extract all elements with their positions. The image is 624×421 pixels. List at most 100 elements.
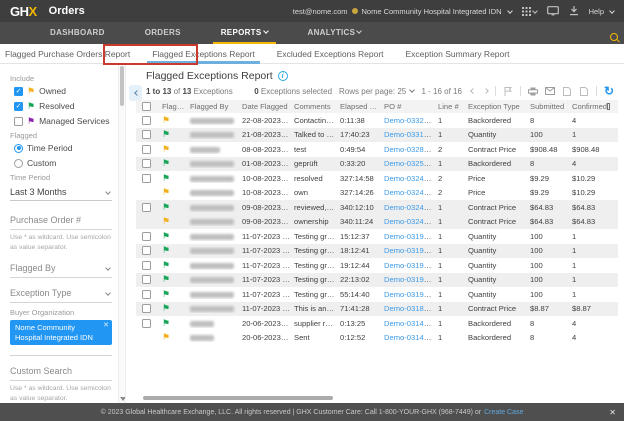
table-row[interactable]: ⚑20-06-2023 01:17...Sent0:12:52Demo-0314…: [136, 331, 618, 346]
create-case-link[interactable]: Create Case: [484, 409, 523, 416]
download-button[interactable]: [569, 6, 579, 16]
col-flagged-by[interactable]: Flagged By: [188, 102, 240, 111]
po-link[interactable]: Demo-0324154: [384, 203, 436, 212]
po-link[interactable]: Demo-0319620: [384, 261, 436, 270]
checkbox-managed-services[interactable]: ⚑ Managed Services: [14, 116, 112, 126]
exception-type-section[interactable]: Exception Type: [10, 282, 112, 303]
horizontal-scrollbar[interactable]: [143, 396, 333, 400]
custom-radio[interactable]: [14, 159, 23, 168]
green-flag-icon[interactable]: ⚑: [162, 174, 170, 183]
green-flag-icon[interactable]: ⚑: [162, 319, 170, 328]
radio-custom[interactable]: Custom: [14, 158, 112, 168]
row-checkbox[interactable]: [142, 116, 151, 125]
export-excel-button[interactable]: [579, 86, 589, 96]
po-link[interactable]: Demo-0324653: [384, 188, 436, 197]
po-link[interactable]: Demo-0324653: [384, 174, 436, 183]
sidebar-scrollbar[interactable]: [118, 64, 125, 403]
col-elapsed-time[interactable]: Elapsed Time: [338, 102, 382, 111]
table-row[interactable]: ⚑11-07-2023 11:35...Testing green/r...15…: [136, 229, 618, 244]
nav-analytics[interactable]: ANALYTICS: [288, 22, 382, 44]
flagged-by-section[interactable]: Flagged By: [10, 257, 112, 278]
po-link[interactable]: Demo-0314031: [384, 333, 436, 342]
time-period-radio[interactable]: [14, 144, 23, 153]
yellow-flag-icon[interactable]: ⚑: [162, 333, 170, 342]
table-row[interactable]: ⚑11-07-2023 12:01...This is an order...7…: [136, 302, 618, 317]
close-icon[interactable]: ✕: [103, 322, 109, 331]
green-flag-icon[interactable]: ⚑: [162, 130, 170, 139]
resolved-checkbox[interactable]: [14, 102, 23, 111]
table-row[interactable]: ⚑22-08-2023 09:29...Contacting No...0:11…: [136, 113, 618, 128]
custom-search-input[interactable]: Custom Search: [10, 360, 112, 381]
row-checkbox[interactable]: [142, 203, 151, 212]
col-po[interactable]: PO #: [382, 102, 436, 111]
checkbox-resolved[interactable]: ⚑ Resolved: [14, 101, 112, 111]
green-flag-icon[interactable]: ⚑: [162, 290, 170, 299]
po-link[interactable]: Demo-0314031: [384, 319, 436, 328]
monitor-button[interactable]: [547, 6, 559, 16]
table-row[interactable]: ⚑08-08-2023 03:35...test0:49:54Demo-0328…: [136, 142, 618, 157]
green-flag-icon[interactable]: ⚑: [162, 232, 170, 241]
row-checkbox[interactable]: [142, 232, 151, 241]
row-checkbox[interactable]: [142, 246, 151, 255]
rows-per-page[interactable]: Rows per page: 25: [339, 87, 414, 96]
tab-flagged-purchase-orders-report[interactable]: Flagged Purchase Orders Report: [0, 44, 141, 64]
col-line[interactable]: Line #: [436, 102, 466, 111]
user-menu[interactable]: test@nome.com Nome Community Hospital In…: [293, 7, 512, 16]
po-link[interactable]: Demo-0331590: [384, 130, 436, 139]
po-link[interactable]: Demo-0325839: [384, 159, 436, 168]
table-row[interactable]: ⚑11-07-2023 11:35...Testing green/r...55…: [136, 287, 618, 302]
tab-flagged-exceptions-report[interactable]: Flagged Exceptions Report: [141, 44, 266, 64]
collapse-sidebar-button[interactable]: [129, 85, 142, 101]
refresh-icon[interactable]: ↻: [604, 86, 614, 96]
green-flag-icon[interactable]: ⚑: [162, 304, 170, 313]
row-checkbox[interactable]: [142, 261, 151, 270]
po-link[interactable]: Demo-0324154: [384, 217, 436, 226]
info-icon[interactable]: i: [278, 71, 288, 81]
table-row[interactable]: ⚑11-07-2023 11:35...Testing green/r...18…: [136, 244, 618, 259]
table-row[interactable]: ⚑10-08-2023 02:32...resolved327:14:58Dem…: [136, 171, 618, 186]
po-link[interactable]: Demo-0319668: [384, 232, 436, 241]
table-row[interactable]: ⚑09-08-2023 10:28...reviewed, resol...34…: [136, 200, 618, 215]
po-link[interactable]: Demo-0318986: [384, 304, 436, 313]
table-row[interactable]: ⚑21-08-2023 01:56...Talked to rep, J...1…: [136, 128, 618, 143]
email-button[interactable]: [545, 86, 555, 96]
po-link[interactable]: Demo-0319632: [384, 246, 436, 255]
table-row[interactable]: ⚑09-08-2023 10:27...ownership340:11:24De…: [136, 215, 618, 230]
purchase-order-input[interactable]: Purchase Order #: [10, 209, 112, 230]
yellow-flag-icon[interactable]: ⚑: [162, 116, 170, 125]
ghx-logo[interactable]: GHX: [10, 4, 37, 19]
yellow-flag-icon[interactable]: ⚑: [162, 217, 170, 226]
time-period-select[interactable]: Last 3 Months: [10, 185, 112, 201]
export-csv-button[interactable]: [562, 86, 572, 96]
green-flag-icon[interactable]: ⚑: [162, 246, 170, 255]
row-checkbox[interactable]: [142, 174, 151, 183]
select-all-checkbox[interactable]: [142, 102, 151, 111]
row-checkbox[interactable]: [142, 319, 151, 328]
green-flag-icon[interactable]: ⚑: [162, 275, 170, 284]
table-row[interactable]: ⚑11-07-2023 11:35...Testing green/r...19…: [136, 258, 618, 273]
tab-exception-summary-report[interactable]: Exception Summary Report: [395, 44, 521, 64]
row-checkbox[interactable]: [142, 275, 151, 284]
row-checkbox[interactable]: [142, 304, 151, 313]
table-row[interactable]: ⚑10-08-2023 02:32...own327:14:26Demo-032…: [136, 186, 618, 201]
page-prev-button[interactable]: [470, 88, 476, 94]
po-link[interactable]: Demo-0319584: [384, 275, 436, 284]
col-exception-type[interactable]: Exception Type: [466, 102, 528, 111]
col-date-flagged[interactable]: Date Flagged: [240, 102, 292, 111]
page-next-button[interactable]: [483, 88, 489, 94]
app-switcher-button[interactable]: [522, 7, 537, 16]
po-link[interactable]: Demo-0328033: [384, 145, 436, 154]
print-button[interactable]: [528, 86, 538, 96]
help-menu[interactable]: Help: [589, 7, 614, 16]
table-row[interactable]: ⚑20-06-2023 01:18...supplier respon...0:…: [136, 316, 618, 331]
owned-checkbox[interactable]: [14, 87, 23, 96]
radio-time-period[interactable]: Time Period: [14, 143, 112, 153]
yellow-flag-icon[interactable]: ⚑: [162, 145, 170, 154]
scrollbar-thumb[interactable]: [120, 66, 124, 106]
col-confirmed[interactable]: Confirmed: [572, 102, 607, 111]
green-flag-icon[interactable]: ⚑: [162, 159, 170, 168]
yellow-flag-icon[interactable]: ⚑: [162, 188, 170, 197]
checkbox-owned[interactable]: ⚑ Owned: [14, 86, 112, 96]
footer-close-icon[interactable]: ✕: [609, 408, 616, 417]
col-flagged[interactable]: Flagged: [156, 102, 188, 111]
